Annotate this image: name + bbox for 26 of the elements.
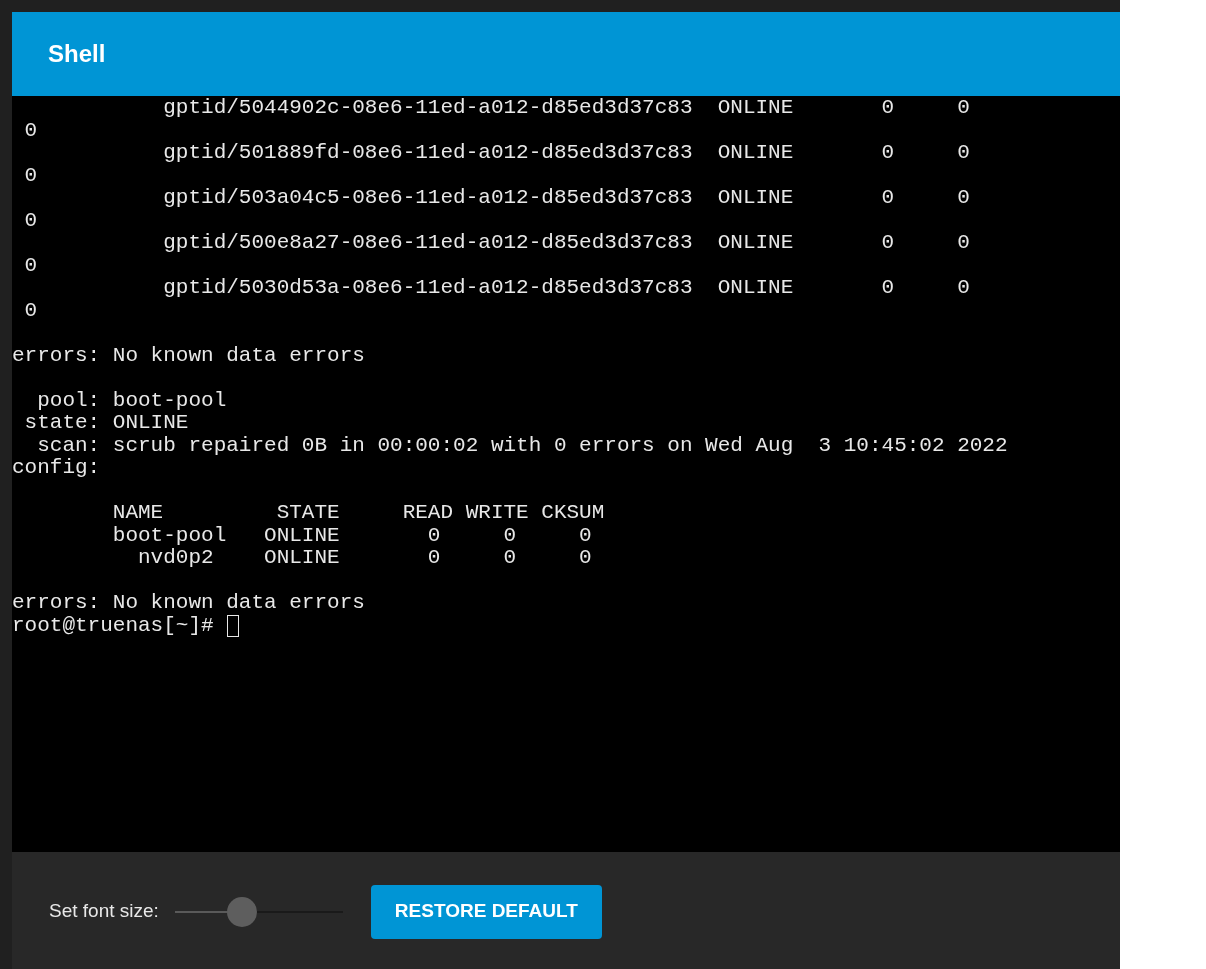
terminal-line: 0 bbox=[23, 164, 38, 187]
terminal-line: gptid/503a04c5-08e6-11ed-a012-d85ed3d37c83 ONLINE 0 0 bbox=[162, 187, 970, 210]
font-size-slider[interactable] bbox=[174, 896, 343, 927]
terminal-line: scan: scrub repaired 0B in 00:00:02 with 0 errors on Wed Aug 3 10:45:02 2022 bbox=[36, 434, 1008, 457]
terminal-line: NAME STATE READ WRITE CKSUM bbox=[111, 502, 605, 525]
terminal-line: 0 bbox=[23, 209, 38, 232]
terminal-line: gptid/5030d53a-08e6-11ed-a012-d85ed3d37c83 ONLINE 0 0 bbox=[162, 277, 970, 300]
terminal-line: gptid/500e8a27-08e6-11ed-a012-d85ed3d37c83 ONLINE 0 0 bbox=[162, 232, 970, 255]
terminal-line: pool: boot-pool bbox=[36, 389, 227, 412]
terminal-line: errors: No known data errors bbox=[12, 344, 365, 367]
font-size-label: Set font size: bbox=[49, 899, 159, 924]
terminal-line: boot-pool ONLINE 0 0 0 bbox=[111, 524, 592, 547]
terminal-line: root@truenas[~]# bbox=[12, 614, 214, 637]
terminal-line: 0 bbox=[23, 299, 38, 322]
terminal-line: gptid/501889fd-08e6-11ed-a012-d85ed3d37c83 ONLINE 0 0 bbox=[162, 142, 970, 165]
terminal-line: errors: No known data errors bbox=[12, 592, 365, 615]
terminal-line: gptid/5044902c-08e6-11ed-a012-d85ed3d37c83 ONLINE 0 0 bbox=[162, 97, 970, 120]
slider-thumb[interactable] bbox=[227, 896, 258, 927]
terminal-line: state: ONLINE bbox=[23, 412, 189, 435]
page-title: Shell bbox=[48, 39, 106, 69]
restore-default-button[interactable]: RESTORE DEFAULT bbox=[370, 884, 602, 939]
terminal-cursor[interactable] bbox=[226, 614, 239, 637]
terminal-line: 0 bbox=[23, 254, 38, 277]
terminal-line: config: bbox=[12, 457, 101, 480]
terminal-line: 0 bbox=[23, 119, 38, 142]
terminal-line: nvd0p2 ONLINE 0 0 0 bbox=[137, 547, 592, 570]
